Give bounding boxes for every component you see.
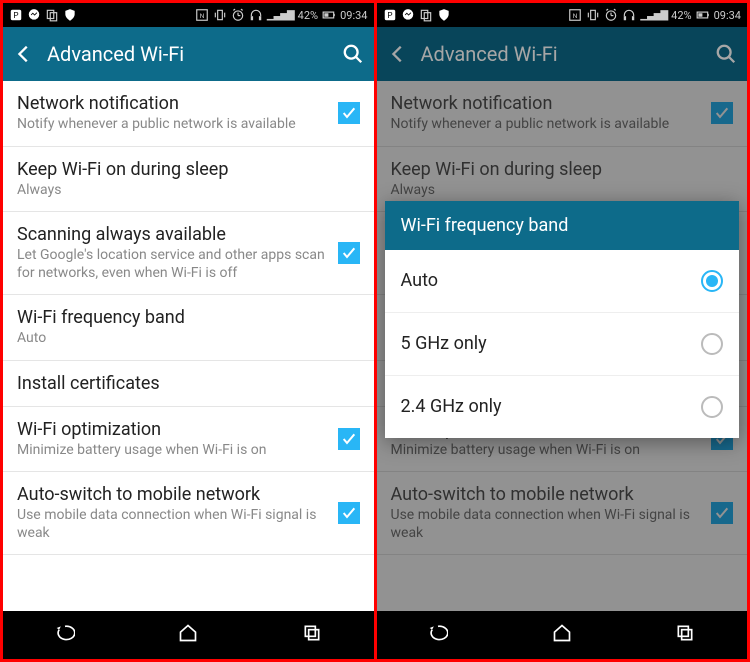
item-title: Scanning always available xyxy=(17,224,330,245)
nav-bar xyxy=(377,611,748,659)
headphones-icon xyxy=(249,8,263,22)
item-subtitle: Notify whenever a public network is avai… xyxy=(17,116,330,134)
status-bar: P N ▁▃▅▇ 42% 09:34 xyxy=(3,3,374,27)
shield-icon xyxy=(63,8,77,22)
messenger-icon xyxy=(401,8,415,22)
search-icon xyxy=(342,43,364,65)
frequency-dialog: Wi-Fi frequency band Auto 5 GHz only 2.4… xyxy=(385,201,740,438)
chevron-left-icon xyxy=(13,43,35,65)
nfc-icon: N xyxy=(195,8,209,22)
signal-icon: ▁▃▅▇ xyxy=(640,10,667,21)
clock-text: 09:34 xyxy=(340,9,367,22)
dialog-title: Wi-Fi frequency band xyxy=(385,201,740,250)
svg-text:N: N xyxy=(573,12,578,20)
item-subtitle: Minimize battery usage when Wi-Fi is on xyxy=(17,442,330,460)
dialog-option-24ghz[interactable]: 2.4 GHz only xyxy=(385,376,740,438)
item-scanning-always[interactable]: Scanning always available Let Google's l… xyxy=(3,212,374,295)
item-title: Network notification xyxy=(17,93,330,114)
copy-icon xyxy=(45,8,59,22)
nav-recent[interactable] xyxy=(302,623,322,647)
item-subtitle: Let Google's location service and other … xyxy=(17,247,330,282)
check-icon xyxy=(341,105,357,121)
radio[interactable] xyxy=(701,396,723,418)
copy-icon xyxy=(419,8,433,22)
app-header: Advanced Wi-Fi xyxy=(3,27,374,81)
nav-home[interactable] xyxy=(552,623,572,647)
clock-text: 09:34 xyxy=(714,9,741,22)
headphones-icon xyxy=(622,8,636,22)
nav-bar xyxy=(3,611,374,659)
item-auto-switch[interactable]: Auto-switch to mobile network Use mobile… xyxy=(3,472,374,555)
signal-icon: ▁▃▅▇ xyxy=(267,10,294,21)
battery-text: 42% xyxy=(298,9,318,22)
item-subtitle: Always xyxy=(17,182,360,200)
checkbox[interactable] xyxy=(338,502,360,524)
check-icon xyxy=(341,245,357,261)
svg-text:N: N xyxy=(200,12,205,20)
nav-home[interactable] xyxy=(178,623,198,647)
phone-right: P N ▁▃▅▇ 42% 09:34 Advanced Wi-Fi Networ xyxy=(377,3,748,659)
option-label: Auto xyxy=(401,270,439,291)
item-network-notification[interactable]: Network notification Notify whenever a p… xyxy=(3,81,374,147)
back-icon xyxy=(428,623,448,643)
item-keep-wifi-sleep[interactable]: Keep Wi-Fi on during sleep Always xyxy=(3,147,374,213)
checkbox[interactable] xyxy=(338,102,360,124)
settings-list: Network notification Notify whenever a p… xyxy=(3,81,374,611)
item-title: Wi-Fi optimization xyxy=(17,419,330,440)
status-bar: P N ▁▃▅▇ 42% 09:34 xyxy=(377,3,748,27)
vibrate-icon xyxy=(213,8,227,22)
option-label: 5 GHz only xyxy=(401,333,487,354)
battery-text: 42% xyxy=(671,9,691,22)
vibrate-icon xyxy=(586,8,600,22)
radio[interactable] xyxy=(701,333,723,355)
check-icon xyxy=(341,505,357,521)
item-subtitle: Auto xyxy=(17,330,360,348)
check-icon xyxy=(341,431,357,447)
checkbox[interactable] xyxy=(338,242,360,264)
messenger-icon xyxy=(27,8,41,22)
nav-back[interactable] xyxy=(55,623,75,647)
alarm-icon xyxy=(604,8,618,22)
checkbox[interactable] xyxy=(338,428,360,450)
phone-left: P N ▁▃▅▇ 42% 09:34 Advanced Wi-Fi Networ xyxy=(3,3,374,659)
page-title: Advanced Wi-Fi xyxy=(47,42,184,66)
item-install-certificates[interactable]: Install certificates xyxy=(3,361,374,407)
item-title: Install certificates xyxy=(17,373,360,394)
dialog-option-auto[interactable]: Auto xyxy=(385,250,740,313)
svg-text:P: P xyxy=(13,10,18,20)
notif-icon: P xyxy=(383,8,397,22)
item-subtitle: Use mobile data connection when Wi-Fi si… xyxy=(17,507,330,542)
nav-recent[interactable] xyxy=(675,623,695,647)
back-button[interactable] xyxy=(13,43,47,65)
recent-icon xyxy=(302,623,322,643)
search-button[interactable] xyxy=(342,43,364,65)
item-title: Auto-switch to mobile network xyxy=(17,484,330,505)
nav-back[interactable] xyxy=(428,623,448,647)
home-icon xyxy=(552,623,572,643)
shield-icon xyxy=(437,8,451,22)
dialog-scrim[interactable]: Wi-Fi frequency band Auto 5 GHz only 2.4… xyxy=(377,27,748,611)
nfc-icon: N xyxy=(568,8,582,22)
item-wifi-optimization[interactable]: Wi-Fi optimization Minimize battery usag… xyxy=(3,407,374,473)
item-frequency-band[interactable]: Wi-Fi frequency band Auto xyxy=(3,295,374,361)
radio-selected[interactable] xyxy=(701,270,723,292)
home-icon xyxy=(178,623,198,643)
dialog-option-5ghz[interactable]: 5 GHz only xyxy=(385,313,740,376)
option-label: 2.4 GHz only xyxy=(401,396,502,417)
battery-icon xyxy=(696,8,710,22)
recent-icon xyxy=(675,623,695,643)
svg-text:P: P xyxy=(387,10,392,20)
item-title: Wi-Fi frequency band xyxy=(17,307,360,328)
battery-icon xyxy=(322,8,336,22)
back-icon xyxy=(55,623,75,643)
item-title: Keep Wi-Fi on during sleep xyxy=(17,159,360,180)
notif-icon: P xyxy=(9,8,23,22)
alarm-icon xyxy=(231,8,245,22)
